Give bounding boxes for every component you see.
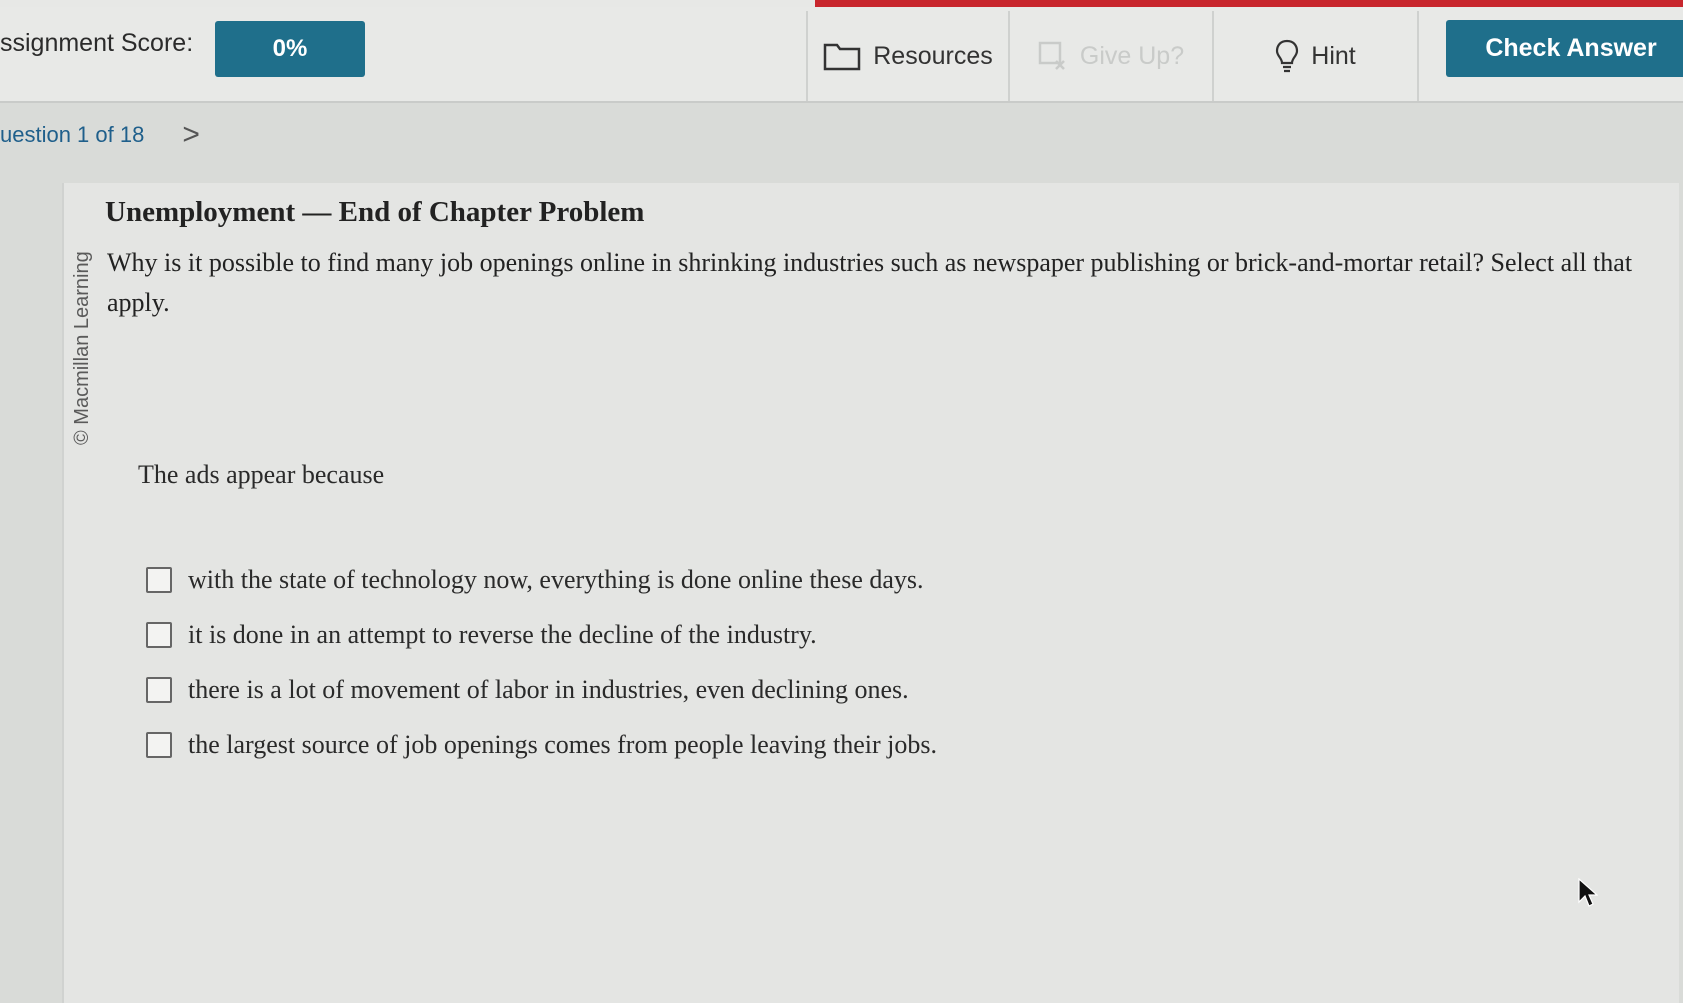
- answer-option[interactable]: it is done in an attempt to reverse the …: [146, 607, 937, 662]
- option-checkbox[interactable]: [146, 566, 172, 593]
- folder-icon: [823, 41, 861, 71]
- give-up-icon: [1038, 41, 1068, 71]
- lightbulb-icon: [1275, 39, 1299, 73]
- check-answer-button[interactable]: Check Answer: [1446, 20, 1683, 77]
- assignment-score-label: ssignment Score:: [0, 29, 194, 57]
- option-checkbox[interactable]: [146, 676, 172, 703]
- answer-option[interactable]: there is a lot of movement of labor in i…: [146, 662, 937, 717]
- option-checkbox[interactable]: [146, 731, 172, 758]
- top-accent-bar-faded: [0, 0, 815, 7]
- question-text: Why is it possible to find many job open…: [107, 248, 1633, 317]
- option-label[interactable]: there is a lot of movement of labor in i…: [188, 675, 909, 705]
- answer-option[interactable]: with the state of technology now, everyt…: [146, 552, 937, 607]
- resources-button[interactable]: Resources: [806, 11, 1008, 101]
- copyright-credit: © Macmillan Learning: [71, 251, 93, 445]
- mouse-pointer-icon: [1578, 877, 1599, 913]
- option-label[interactable]: it is done in an attempt to reverse the …: [188, 620, 817, 650]
- answer-prompt: The ads appear because: [138, 460, 385, 489]
- answer-options: with the state of technology now, everyt…: [146, 552, 937, 772]
- question-counter[interactable]: uestion 1 of 18: [0, 122, 144, 148]
- problem-title: Unemployment — End of Chapter Problem: [105, 196, 645, 228]
- hint-button[interactable]: Hint: [1212, 11, 1419, 101]
- give-up-label: Give Up?: [1079, 41, 1185, 70]
- question-navigation: uestion 1 of 18 >: [0, 120, 200, 150]
- answer-option[interactable]: the largest source of job openings comes…: [146, 717, 937, 772]
- assignment-toolbar: ssignment Score: 0% Resources Give Up? H…: [0, 7, 1683, 103]
- next-question-chevron-icon[interactable]: >: [182, 120, 200, 150]
- assignment-score-value: 0%: [215, 21, 365, 77]
- option-label[interactable]: the largest source of job openings comes…: [188, 730, 937, 760]
- option-checkbox[interactable]: [146, 621, 172, 648]
- option-label[interactable]: with the state of technology now, everyt…: [188, 565, 924, 595]
- problem-content: Unemployment — End of Chapter Problem Wh…: [105, 196, 1645, 323]
- give-up-button[interactable]: Give Up?: [1008, 11, 1212, 101]
- resources-label: Resources: [873, 41, 993, 70]
- hint-label: Hint: [1311, 41, 1356, 70]
